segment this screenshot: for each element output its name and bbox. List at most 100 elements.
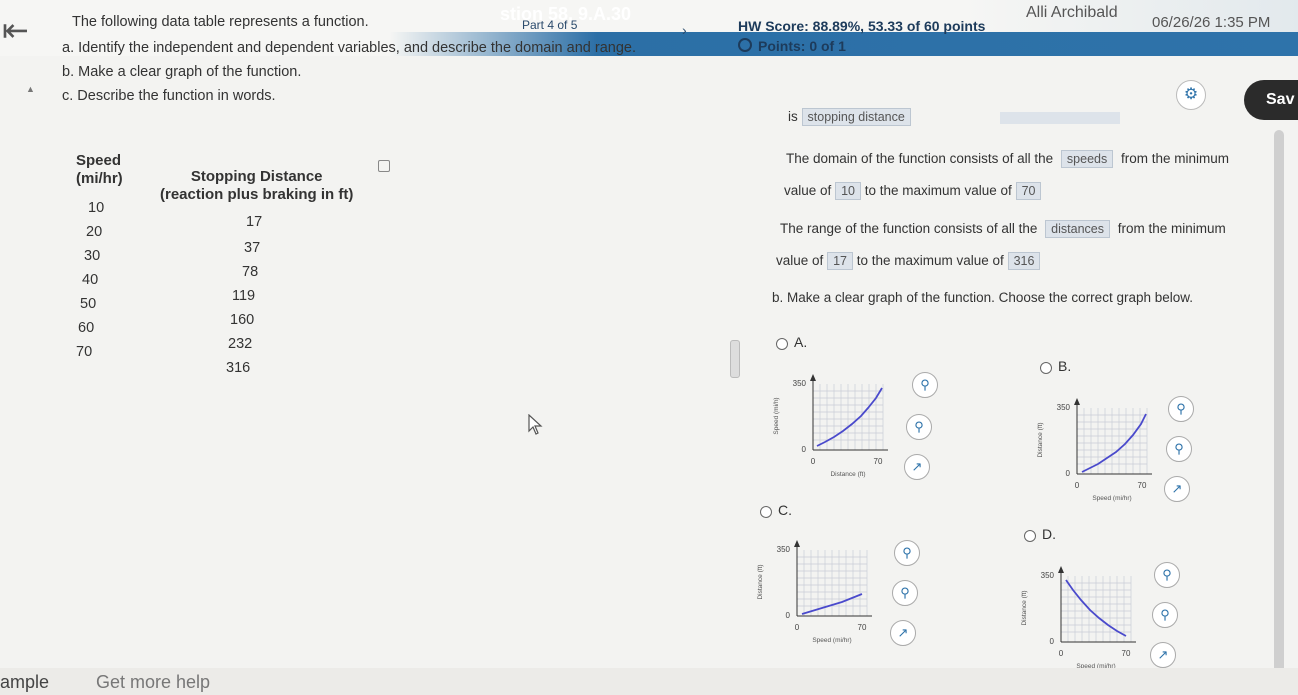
x-left-tick: 0 bbox=[811, 457, 816, 466]
range-max-prefix: to the maximum value of bbox=[856, 253, 1004, 268]
domain-max-prefix: to the maximum value of bbox=[864, 183, 1012, 198]
open-new-window-icon[interactable]: ↗ bbox=[1164, 476, 1190, 502]
y-bottom-tick: 0 bbox=[786, 611, 791, 620]
chevron-right-icon[interactable]: › bbox=[682, 22, 687, 38]
distance-header-line2: (reaction plus braking in ft) bbox=[160, 186, 354, 203]
y-axis-label: Distance (ft) bbox=[757, 564, 764, 599]
distance-cell: 17 bbox=[246, 214, 263, 230]
timestamp: 06/26/26 1:35 PM bbox=[1152, 14, 1271, 31]
graph-grid bbox=[813, 384, 884, 450]
speed-header: Speed (mi/hr) bbox=[76, 152, 123, 188]
domain-variable-box[interactable]: speeds bbox=[1060, 150, 1114, 168]
copy-table-icon[interactable] bbox=[378, 160, 390, 172]
collapse-triangle-icon[interactable]: ▲ bbox=[26, 84, 35, 94]
dependent-answer-box[interactable]: stopping distance bbox=[801, 108, 911, 126]
y-top-tick: 350 bbox=[1041, 571, 1055, 580]
option-d-radio[interactable] bbox=[1024, 530, 1036, 542]
zoom-out-icon[interactable]: ⚲ bbox=[892, 580, 918, 606]
zoom-out-icon[interactable]: ⚲ bbox=[1166, 436, 1192, 462]
mouse-cursor-icon bbox=[528, 413, 544, 441]
x-right-tick: 70 bbox=[1138, 481, 1147, 490]
points-display: Points: 0 of 1 bbox=[738, 38, 846, 54]
speed-cell: 70 bbox=[76, 344, 93, 360]
range-suffix: from the minimum bbox=[1117, 221, 1226, 236]
scrollbar-thumb[interactable] bbox=[1274, 130, 1284, 690]
option-c-graph: 350 0 0 70 Speed (mi/hr) Distance (ft) bbox=[752, 534, 882, 654]
example-button[interactable]: ample bbox=[0, 672, 49, 693]
gear-icon[interactable]: ⚙ bbox=[1176, 80, 1206, 110]
distance-cell: 232 bbox=[228, 336, 253, 352]
option-c-label: C. bbox=[778, 502, 792, 518]
option-d-graph: 350 0 0 70 Speed (mi/hr) Distance (ft) bbox=[1016, 560, 1146, 680]
y-top-tick: 350 bbox=[1057, 403, 1071, 412]
speed-header-line2: (mi/hr) bbox=[76, 170, 123, 187]
x-right-tick: 70 bbox=[1122, 649, 1131, 658]
dependent-answer-line: is stopping distance bbox=[788, 108, 911, 126]
points-text: Points: 0 of 1 bbox=[758, 38, 846, 54]
option-b-graph: 350 0 0 70 Speed (mi/hr) Distance (ft) bbox=[1032, 392, 1162, 512]
distance-cell: 37 bbox=[244, 240, 261, 256]
y-bottom-tick: 0 bbox=[1066, 469, 1071, 478]
domain-max-box[interactable]: 70 bbox=[1015, 182, 1042, 200]
x-left-tick: 0 bbox=[795, 623, 800, 632]
y-top-tick: 350 bbox=[777, 545, 791, 554]
option-a-radio[interactable] bbox=[776, 338, 788, 350]
y-axis-label: Distance (ft) bbox=[1021, 590, 1028, 625]
answer-placeholder bbox=[1000, 112, 1120, 124]
open-new-window-icon[interactable]: ↗ bbox=[890, 620, 916, 646]
graph-grid bbox=[1077, 408, 1148, 474]
distance-cell: 316 bbox=[226, 360, 251, 376]
open-new-window-icon[interactable]: ↗ bbox=[1150, 642, 1176, 668]
domain-suffix: from the minimum bbox=[1121, 151, 1230, 166]
x-right-tick: 70 bbox=[874, 457, 883, 466]
distance-cell: 160 bbox=[230, 312, 255, 328]
x-left-tick: 0 bbox=[1075, 481, 1080, 490]
option-b-radio[interactable] bbox=[1040, 362, 1052, 374]
x-axis-label: Speed (mi/hr) bbox=[812, 637, 851, 644]
hw-score: HW Score: 88.89%, 53.33 of 60 points bbox=[738, 18, 986, 34]
zoom-out-icon[interactable]: ⚲ bbox=[906, 414, 932, 440]
pane-resize-handle[interactable] bbox=[730, 340, 740, 378]
range-variable-box[interactable]: distances bbox=[1045, 220, 1110, 238]
x-axis-label: Distance (ft) bbox=[830, 471, 865, 478]
speed-cell: 50 bbox=[80, 296, 97, 312]
domain-min-box[interactable]: 10 bbox=[835, 182, 861, 200]
option-a-graph: 350 0 0 70 Distance (ft) Speed (mi/h) bbox=[768, 368, 898, 488]
part-b-prompt: b. Make a clear graph of the function. C… bbox=[772, 290, 1193, 305]
y-top-tick: 350 bbox=[793, 379, 807, 388]
domain-min-prefix: value of bbox=[784, 183, 832, 198]
zoom-out-icon[interactable]: ⚲ bbox=[1152, 602, 1178, 628]
speed-cell: 20 bbox=[86, 224, 103, 240]
part-label: Part 4 of 5 bbox=[522, 18, 578, 32]
y-axis-label: Speed (mi/h) bbox=[773, 397, 780, 434]
dependent-prefix: is bbox=[788, 109, 798, 124]
option-b-label: B. bbox=[1058, 358, 1072, 374]
option-c-radio[interactable] bbox=[760, 506, 772, 518]
range-line-1: The range of the function consists of al… bbox=[780, 220, 1226, 238]
option-a-label: A. bbox=[794, 334, 808, 350]
distance-header: Stopping Distance (reaction plus braking… bbox=[160, 168, 353, 204]
speed-cell: 60 bbox=[78, 320, 95, 336]
question-part-b: b. Make a clear graph of the function. bbox=[62, 64, 302, 80]
domain-line-1: The domain of the function consists of a… bbox=[786, 150, 1229, 168]
speed-cell: 30 bbox=[84, 248, 101, 264]
range-line-2: value of 17 to the maximum value of 316 bbox=[776, 252, 1041, 270]
zoom-in-icon[interactable]: ⚲ bbox=[912, 372, 938, 398]
range-max-box[interactable]: 316 bbox=[1007, 252, 1041, 270]
zoom-in-icon[interactable]: ⚲ bbox=[1154, 562, 1180, 588]
y-bottom-tick: 0 bbox=[802, 445, 807, 454]
domain-line-2: value of 10 to the maximum value of 70 bbox=[784, 182, 1042, 200]
graph-grid bbox=[797, 550, 868, 616]
question-intro: The following data table represents a fu… bbox=[72, 14, 369, 30]
back-arrow-icon[interactable]: ⇤ bbox=[2, 14, 29, 46]
get-more-help-button[interactable]: Get more help bbox=[96, 672, 210, 693]
zoom-in-icon[interactable]: ⚲ bbox=[894, 540, 920, 566]
save-button[interactable]: Sav bbox=[1244, 80, 1298, 120]
x-left-tick: 0 bbox=[1059, 649, 1064, 658]
distance-cell: 119 bbox=[232, 288, 256, 304]
zoom-in-icon[interactable]: ⚲ bbox=[1168, 396, 1194, 422]
user-name: Alli Archibald bbox=[1026, 4, 1118, 21]
open-new-window-icon[interactable]: ↗ bbox=[904, 454, 930, 480]
speed-cell: 10 bbox=[88, 200, 105, 216]
range-min-box[interactable]: 17 bbox=[827, 252, 853, 270]
